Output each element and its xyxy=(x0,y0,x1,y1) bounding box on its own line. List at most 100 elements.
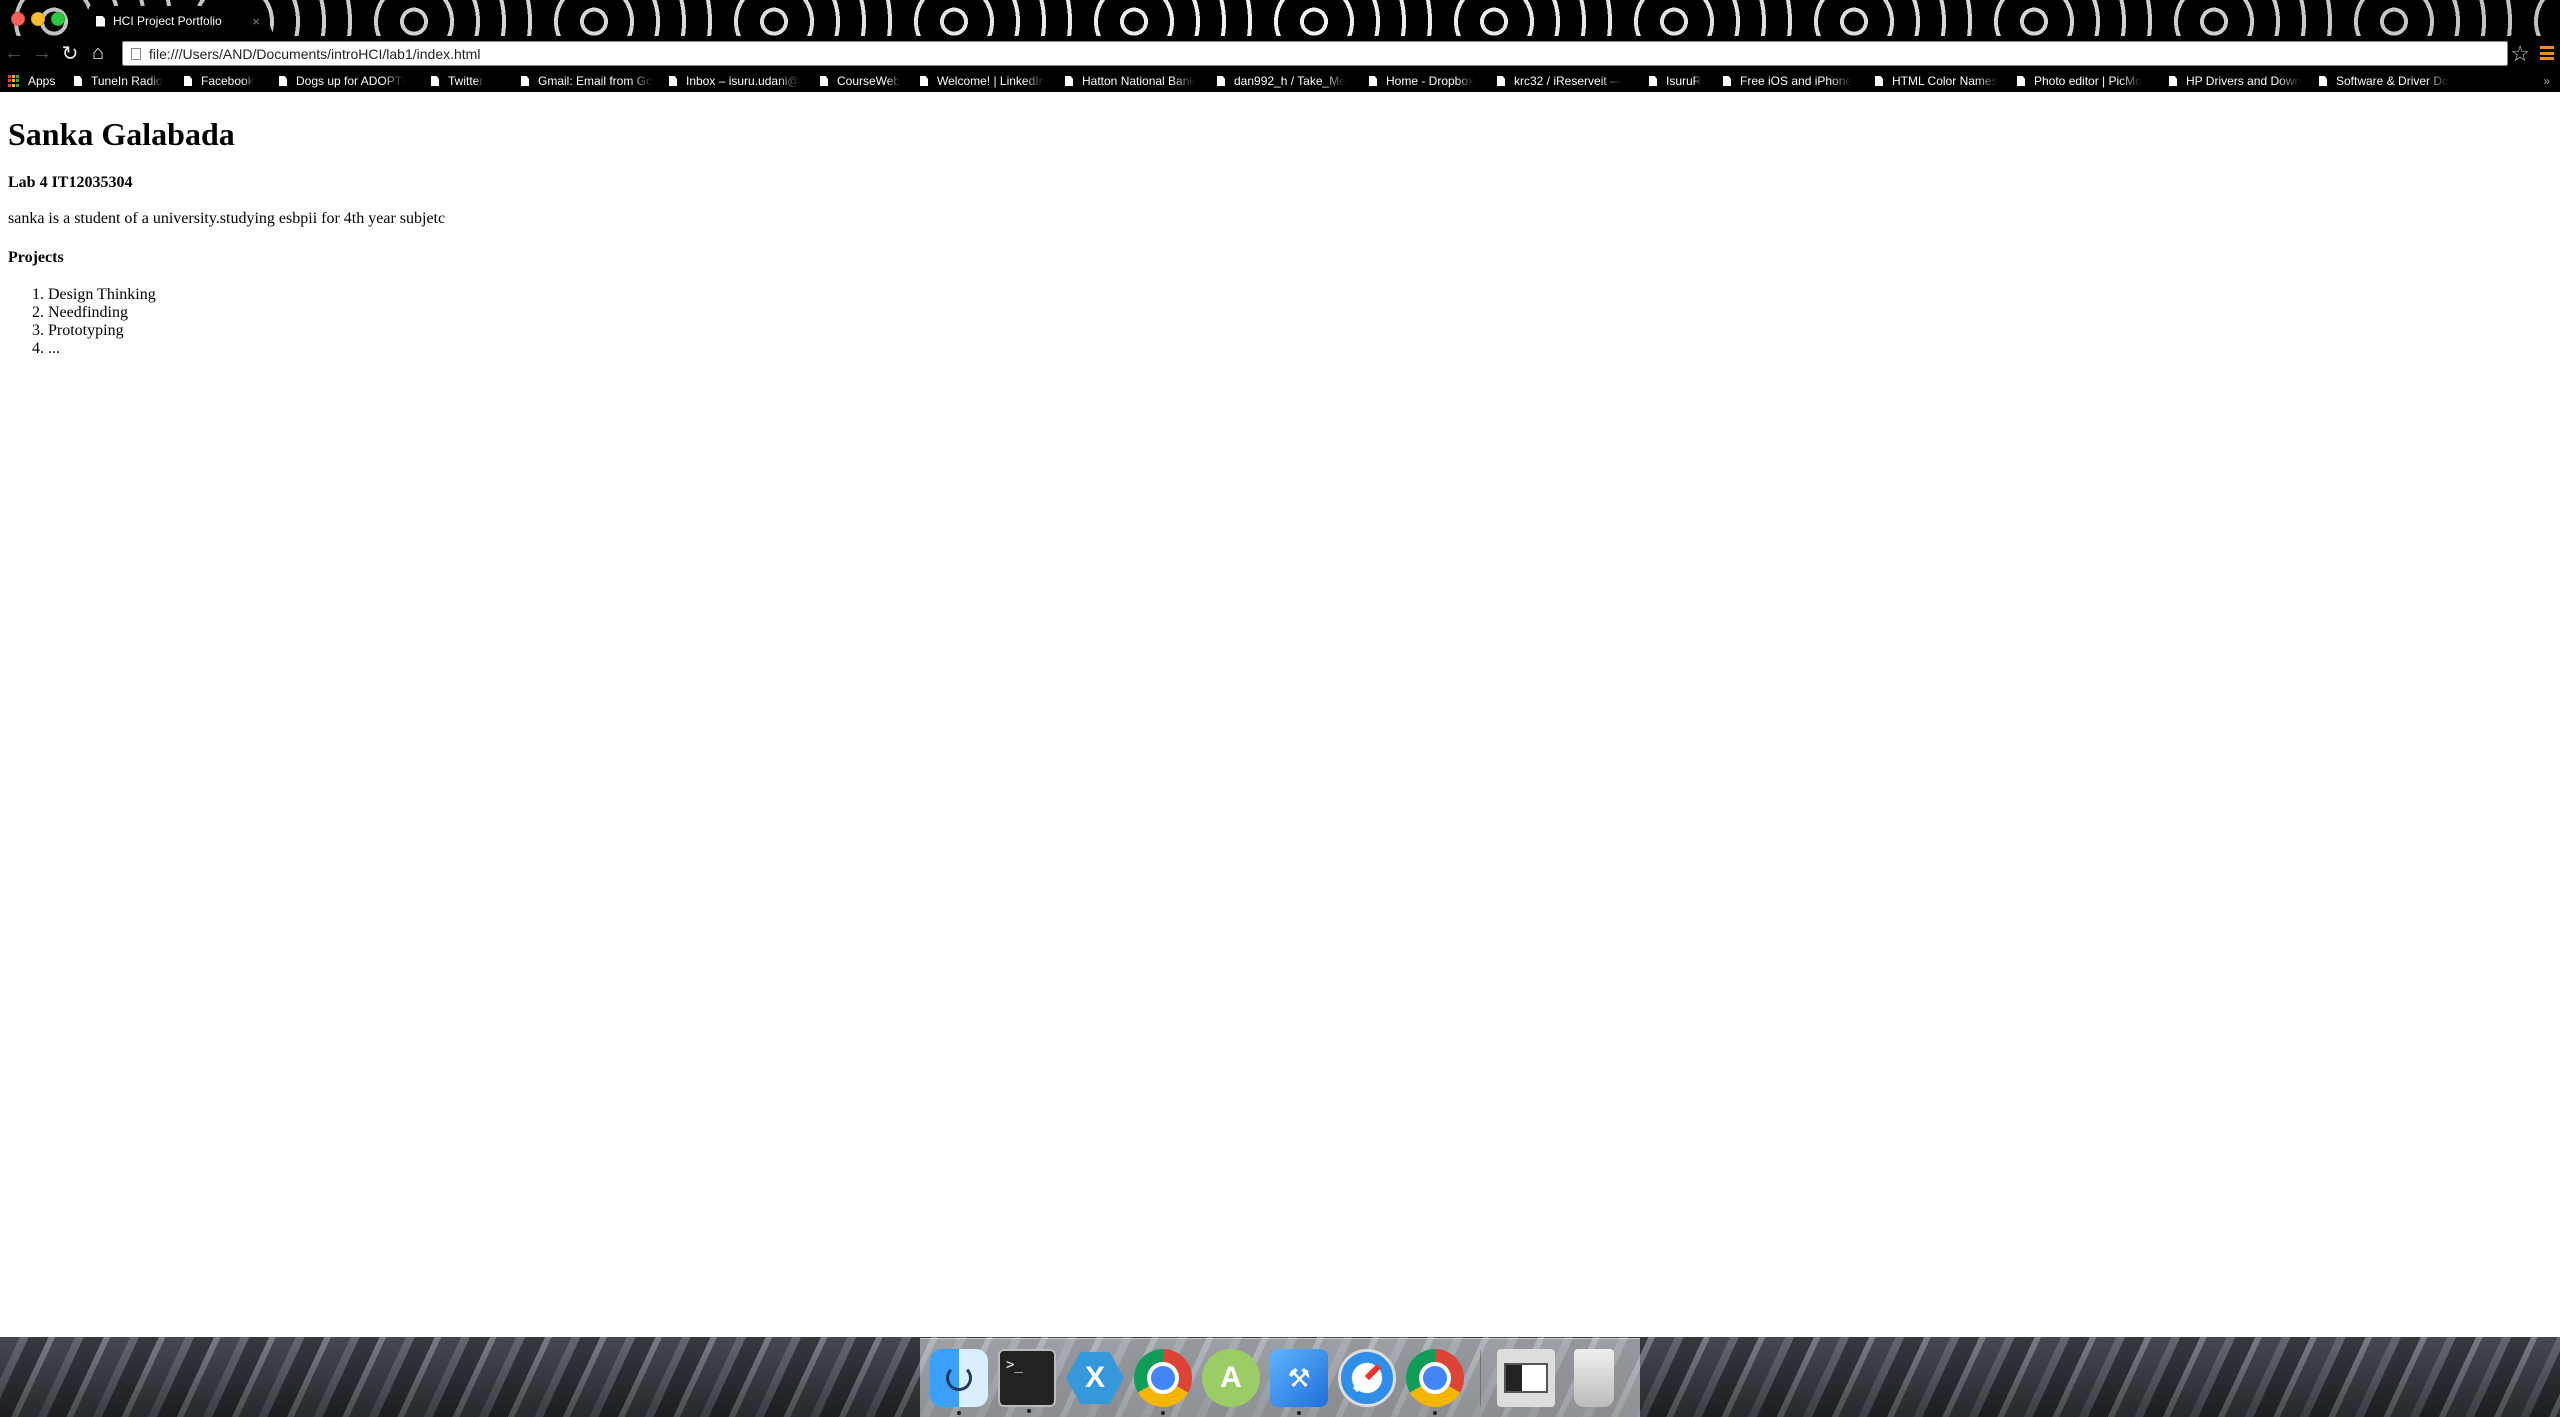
bookmark-item[interactable]: Software & Driver Do xyxy=(2311,74,2461,88)
bookmark-label: Software & Driver Do xyxy=(2336,74,2449,88)
bookmark-item[interactable]: Photo editor | PicMo xyxy=(2009,74,2161,88)
menu-icon[interactable] xyxy=(2540,46,2554,60)
bookmark-item[interactable]: Inbox – isuru.udani@ xyxy=(661,74,812,88)
running-indicator xyxy=(957,1411,961,1415)
page-icon xyxy=(820,76,828,86)
page-icon xyxy=(96,15,105,27)
running-indicator xyxy=(1433,1411,1437,1415)
page-icon xyxy=(2169,76,2177,86)
projects-list: Design Thinking Needfinding Prototyping … xyxy=(8,286,2552,358)
home-icon[interactable]: ⌂ xyxy=(84,39,112,67)
back-icon[interactable]: ← xyxy=(0,39,28,67)
bookmark-item[interactable]: Free iOS and iPhone xyxy=(1715,74,1867,88)
page-icon xyxy=(1875,76,1883,86)
tab-title: HCI Project Portfolio xyxy=(113,14,222,28)
list-item: Design Thinking xyxy=(48,286,2552,304)
bookmark-label: Photo editor | PicMo xyxy=(2034,74,2142,88)
page-icon xyxy=(669,76,677,86)
page-title: Sanka Galabada xyxy=(8,116,235,152)
minimize-window-button[interactable] xyxy=(31,12,45,26)
bookmark-label: Gmail: Email from Go xyxy=(538,74,653,88)
chrome-icon[interactable] xyxy=(1406,1349,1464,1415)
bookmark-item[interactable]: Gmail: Email from Go xyxy=(513,74,661,88)
page-icon xyxy=(521,76,529,86)
bookmark-item[interactable]: HP Drivers and Down xyxy=(2161,74,2311,88)
dock-separator xyxy=(1480,1350,1481,1406)
tab-strip: HCI Project Portfolio × xyxy=(0,0,2560,36)
reload-icon[interactable]: ↻ xyxy=(56,39,84,67)
bookmark-label: HP Drivers and Down xyxy=(2186,74,2302,88)
page-icon xyxy=(1217,76,1225,86)
apps-grid-icon xyxy=(8,75,20,87)
bookmark-label: Free iOS and iPhone xyxy=(1740,74,1853,88)
close-window-button[interactable] xyxy=(11,12,25,26)
page-icon xyxy=(1497,76,1505,86)
description-text: sanka is a student of a university.study… xyxy=(8,210,446,228)
xcode-glyph: ⚒ xyxy=(1287,1362,1311,1393)
bookmark-label: Dogs up for ADOPTI xyxy=(296,74,406,88)
page-content: Sanka Galabada Lab 4 IT12035304 sanka is… xyxy=(0,115,2560,358)
list-item: Prototyping xyxy=(48,322,2552,340)
page-icon xyxy=(1369,76,1377,86)
bookmarks-overflow-icon[interactable]: » xyxy=(2543,74,2550,88)
page-icon xyxy=(279,76,287,86)
xcode-icon[interactable]: ⚒ xyxy=(1270,1349,1328,1415)
terminal-glyph: >_ xyxy=(1006,1357,1023,1373)
bookmark-label: Apps xyxy=(28,74,56,88)
running-indicator xyxy=(1027,1409,1031,1413)
bookmark-item[interactable]: Home - Dropbox xyxy=(1361,74,1489,88)
page-icon xyxy=(2319,76,2327,86)
maximize-window-button[interactable] xyxy=(51,12,65,26)
page-icon xyxy=(184,76,192,86)
running-indicator xyxy=(1161,1411,1165,1415)
bookmark-apps[interactable]: Apps xyxy=(0,74,66,88)
bookmark-item[interactable]: dan992_h / Take_Me xyxy=(1209,74,1361,88)
bookmark-item[interactable]: Welcome! | LinkedIn xyxy=(912,74,1057,88)
bookmark-item[interactable]: CourseWeb xyxy=(812,74,912,88)
bookmark-item[interactable]: Dogs up for ADOPTI xyxy=(271,74,423,88)
trash-icon[interactable] xyxy=(1574,1349,1614,1407)
dock: >_ X A ⚒ xyxy=(920,1338,1640,1417)
chrome-icon[interactable] xyxy=(1134,1349,1192,1415)
android-glyph: A xyxy=(1220,1361,1242,1394)
bookmark-item[interactable]: TuneIn Radio xyxy=(66,74,176,88)
active-tab[interactable]: HCI Project Portfolio × xyxy=(78,6,274,36)
forward-icon[interactable]: → xyxy=(28,39,56,67)
finder-icon[interactable] xyxy=(930,1349,988,1415)
address-bar[interactable]: file:///Users/AND/Documents/introHCI/lab… xyxy=(122,41,2508,66)
bookmarks-bar: Apps TuneIn Radio Facebook Dogs up for A… xyxy=(0,70,2560,92)
page-icon xyxy=(431,76,439,86)
page-icon xyxy=(1649,76,1657,86)
address-url[interactable]: file:///Users/AND/Documents/introHCI/lab… xyxy=(149,46,480,62)
terminal-icon[interactable]: >_ xyxy=(998,1349,1056,1413)
safari-icon[interactable] xyxy=(1338,1349,1396,1407)
bookmark-label: Facebook xyxy=(201,74,254,88)
lab-subtitle: Lab 4 IT12035304 xyxy=(8,174,133,192)
xamarin-icon[interactable]: X xyxy=(1066,1351,1124,1405)
bookmark-item[interactable]: Twitter xyxy=(423,74,513,88)
page-icon xyxy=(1065,76,1073,86)
browser-toolbar: ← → ↻ ⌂ file:///Users/AND/Documents/intr… xyxy=(0,36,2560,70)
page-icon xyxy=(74,76,82,86)
bookmark-item[interactable]: IsuruR xyxy=(1641,74,1715,88)
bookmark-star-icon[interactable]: ☆ xyxy=(2510,41,2530,67)
bookmark-label: Hatton National Bank xyxy=(1082,74,1196,88)
tab-close-icon[interactable]: × xyxy=(252,14,260,29)
page-icon xyxy=(2017,76,2025,86)
bookmark-label: krc32 / iReserveit — xyxy=(1514,74,1623,88)
running-indicator xyxy=(1297,1411,1301,1415)
list-item: Needfinding xyxy=(48,304,2552,322)
xamarin-glyph: X xyxy=(1084,1361,1105,1394)
bookmark-label: CourseWeb xyxy=(837,74,901,88)
android-studio-icon[interactable]: A xyxy=(1202,1349,1260,1407)
bookmark-item[interactable]: krc32 / iReserveit — xyxy=(1489,74,1641,88)
file-icon xyxy=(131,47,141,60)
page-viewport: Sanka Galabada Lab 4 IT12035304 sanka is… xyxy=(0,92,2560,1337)
preview-icon[interactable] xyxy=(1497,1349,1555,1407)
bookmark-label: dan992_h / Take_Me xyxy=(1234,74,1346,88)
bookmark-label: HTML Color Names xyxy=(1892,74,1998,88)
bookmark-item[interactable]: HTML Color Names xyxy=(1867,74,2009,88)
bookmark-item[interactable]: Facebook xyxy=(176,74,271,88)
list-item: ... xyxy=(48,340,2552,358)
bookmark-item[interactable]: Hatton National Bank xyxy=(1057,74,1209,88)
